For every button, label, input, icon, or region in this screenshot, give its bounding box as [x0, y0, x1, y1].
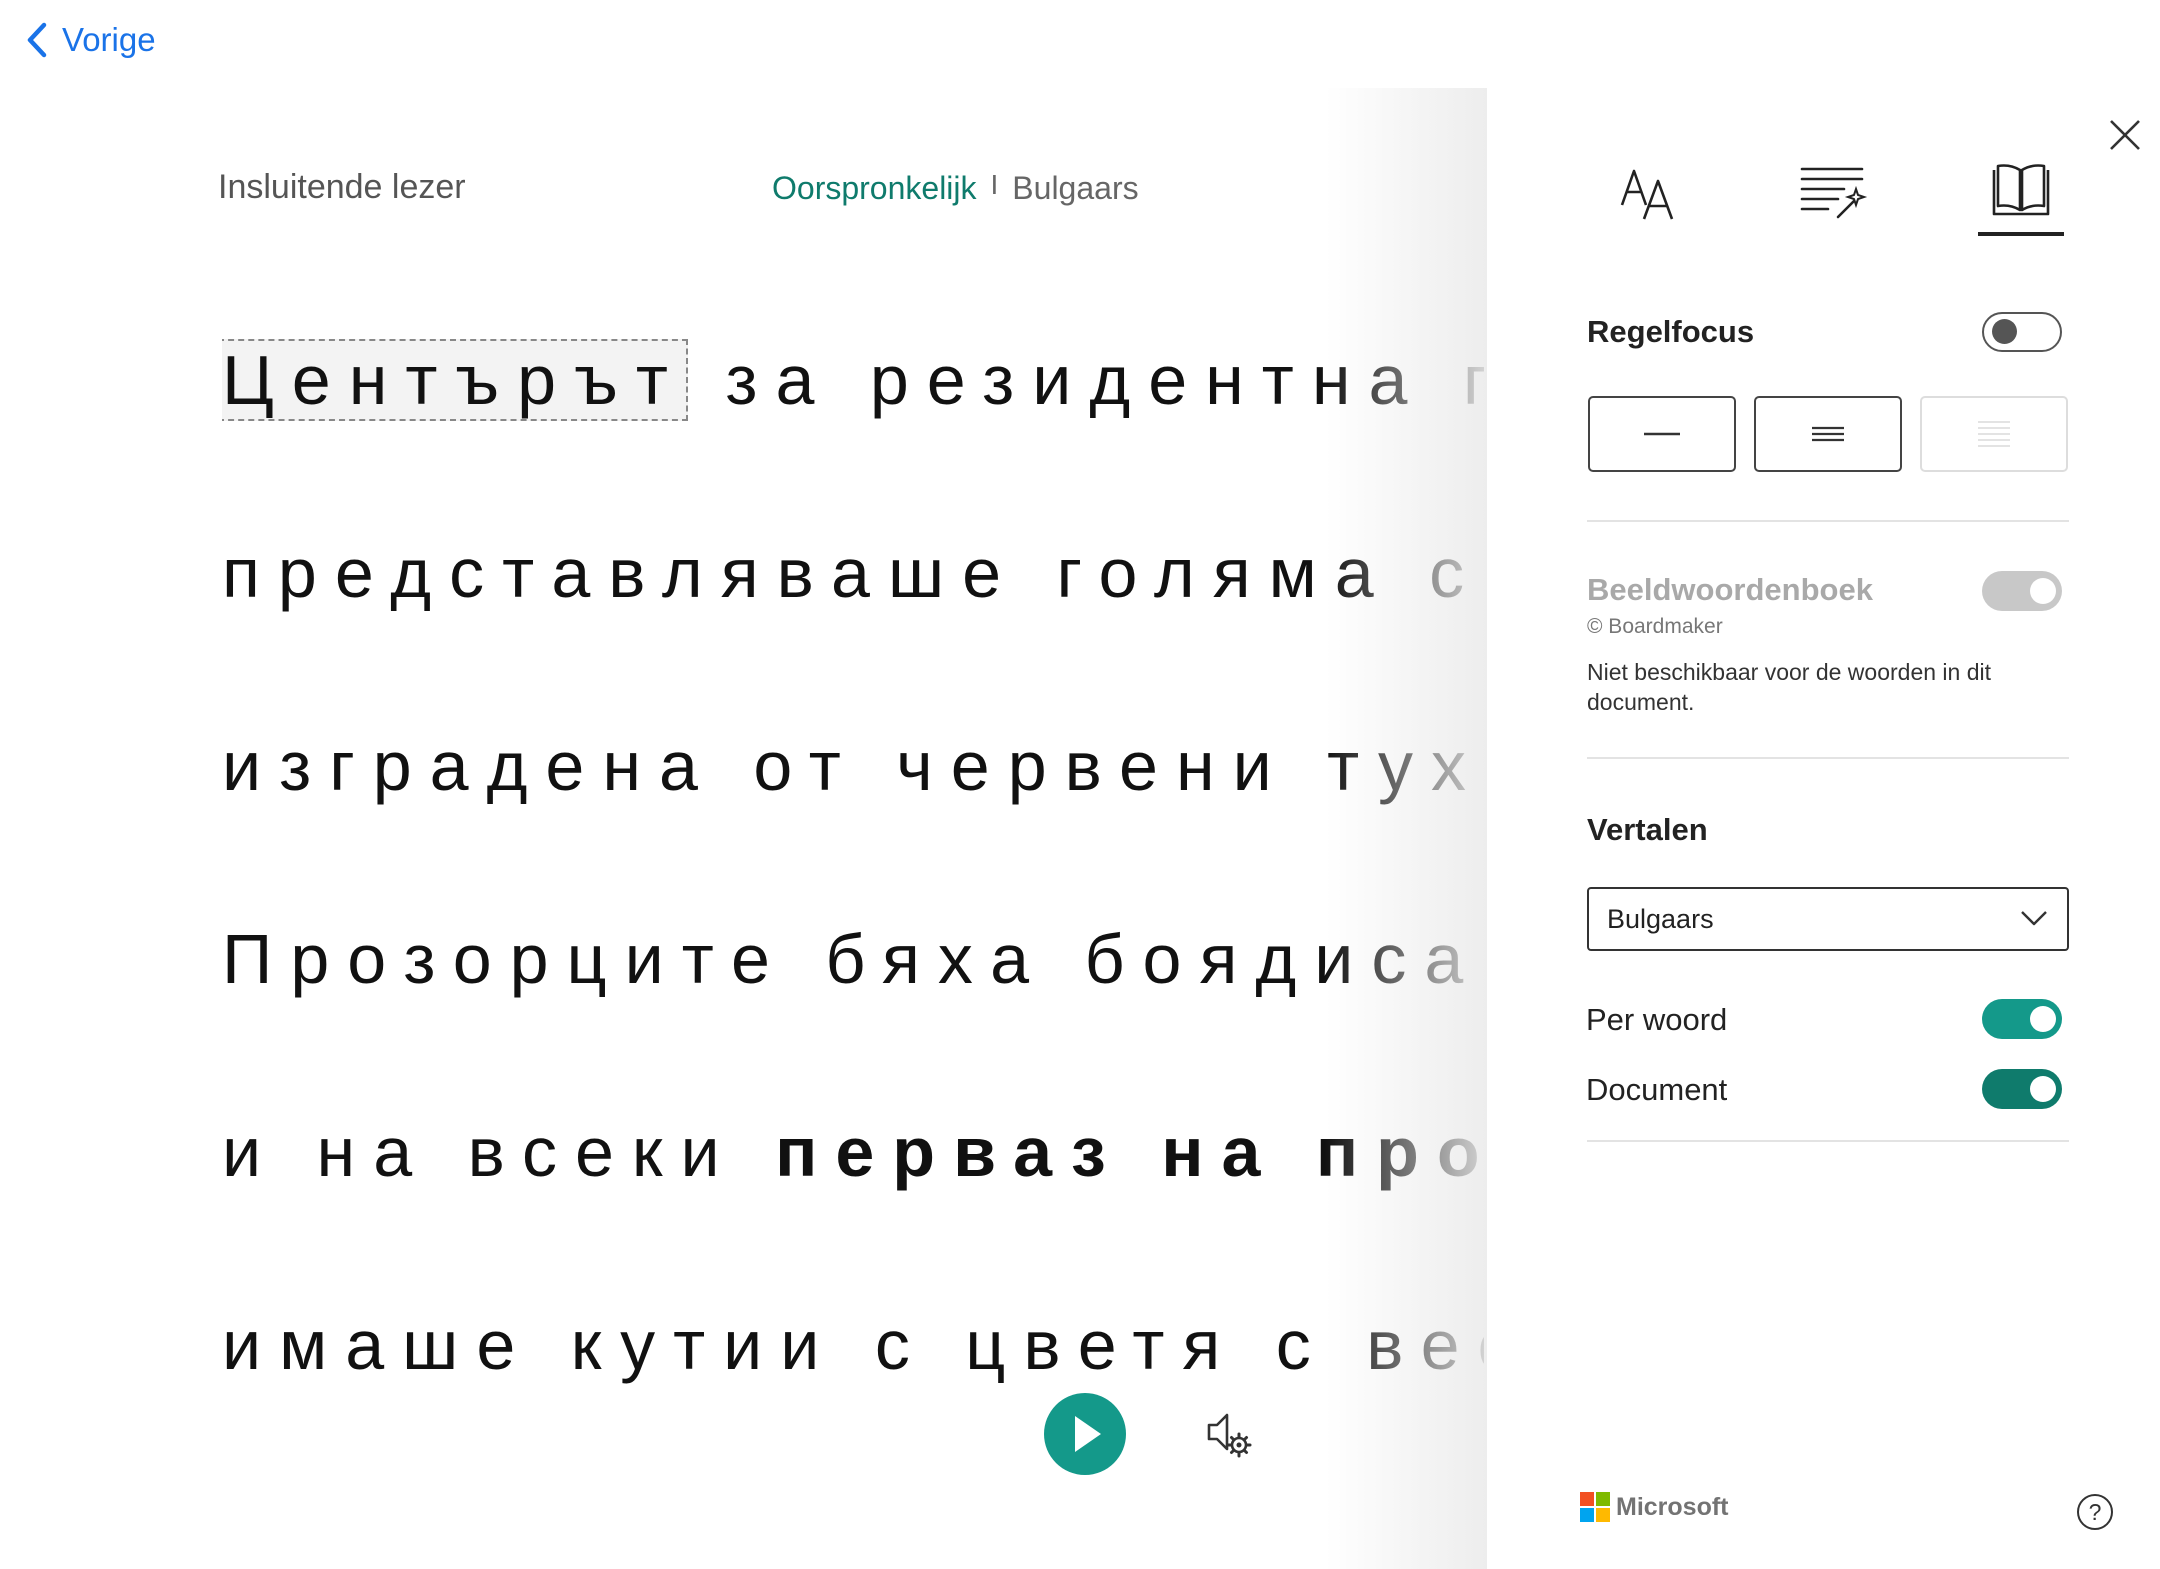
translate-label: Vertalen	[1587, 812, 1708, 847]
chevron-down-icon	[2021, 911, 2047, 926]
close-button[interactable]	[2108, 118, 2142, 152]
divider	[1587, 757, 2069, 759]
active-tab-indicator	[1978, 232, 2064, 236]
panel-shadow	[1325, 88, 1487, 1569]
text-line: Прозорците бяха боядисан	[222, 919, 1484, 999]
line-text[interactable]: и на всеки	[222, 1113, 775, 1191]
document-toggle[interactable]	[1982, 1069, 2062, 1109]
picture-dictionary-note: Niet beschikbaar voor de woorden in dit …	[1587, 659, 1992, 715]
translate-language-select[interactable]: Bulgaars	[1587, 887, 2069, 951]
play-icon	[1075, 1416, 1101, 1452]
text-line: представляваше голяма сг	[222, 533, 1484, 613]
toggle-knob	[2030, 1076, 2056, 1102]
picture-dictionary-label: Beeldwoordenboek	[1587, 572, 1873, 607]
text-line: и на всеки перваз на проз	[222, 1112, 1484, 1192]
play-button[interactable]	[1044, 1393, 1126, 1475]
one-line-icon	[1644, 432, 1680, 436]
line-focus-one-line-button[interactable]	[1588, 396, 1736, 472]
five-lines-icon	[1978, 421, 2010, 447]
reading-text: Центърът за резидентна гр представляваше…	[222, 300, 1484, 1400]
text-line: Центърът за резидентна гр	[222, 339, 1484, 421]
divider	[1587, 1140, 2069, 1142]
text-size-icon	[1620, 169, 1674, 220]
picture-dictionary-credit: © Boardmaker	[1587, 615, 1723, 638]
tab-text-options[interactable]	[1608, 150, 1694, 236]
focused-word[interactable]: Центърът	[222, 339, 688, 421]
line-focus-label: Regelfocus	[1587, 314, 1755, 349]
toggle-knob	[1992, 319, 2017, 344]
back-label: Vorige	[62, 21, 156, 58]
voice-settings-icon	[1207, 1413, 1252, 1458]
original-language-link[interactable]: Oorspronkelijk	[772, 170, 977, 207]
chevron-left-icon	[27, 22, 47, 58]
microsoft-logo: Microsoft	[1580, 1492, 1729, 1522]
line-focus-three-lines-button[interactable]	[1754, 396, 1902, 472]
close-icon	[2110, 120, 2140, 150]
line-focus-toggle[interactable]	[1982, 312, 2062, 352]
line-text[interactable]: Прозорците бяха боядисан	[222, 920, 1484, 998]
microsoft-brand-text: Microsoft	[1616, 1492, 1729, 1521]
divider	[1587, 520, 2069, 522]
text-line: имаше кутии с цветя с вес	[222, 1305, 1484, 1385]
document-label: Document	[1586, 1072, 1728, 1107]
help-button[interactable]: ?	[2077, 1494, 2113, 1530]
grammar-options-icon	[1800, 167, 1868, 219]
back-button[interactable]: Vorige	[22, 14, 156, 66]
text-line: изградена от червени тухл	[222, 726, 1484, 806]
line-text[interactable]: изградена от червени тухл	[222, 727, 1484, 805]
toggle-knob	[2030, 578, 2056, 604]
per-word-toggle[interactable]	[1982, 999, 2062, 1039]
translated-language-link[interactable]: Bulgaars	[1012, 170, 1138, 207]
language-separator: I	[990, 168, 999, 200]
toggle-knob	[2030, 1006, 2056, 1032]
language-switch: Oorspronkelijk I Bulgaars	[772, 168, 1139, 207]
line-text[interactable]: имаше кутии с цветя с вес	[222, 1306, 1484, 1384]
line-focus-five-lines-button	[1920, 396, 2068, 472]
voice-settings-button[interactable]	[1203, 1407, 1257, 1461]
tab-reading-preferences[interactable]	[1978, 150, 2064, 236]
tab-grammar-options[interactable]	[1791, 150, 1877, 236]
line-text[interactable]: представляваше голяма сг	[222, 534, 1484, 612]
reader-title: Insluitende lezer	[218, 168, 466, 206]
reading-preferences-icon	[1992, 164, 2050, 216]
picture-dictionary-toggle	[1982, 571, 2062, 611]
help-icon: ?	[2088, 1498, 2102, 1525]
microsoft-logo-icon	[1580, 1492, 1610, 1522]
selected-language: Bulgaars	[1607, 903, 1714, 934]
per-word-label: Per woord	[1586, 1002, 1728, 1037]
three-lines-icon	[1812, 426, 1844, 442]
